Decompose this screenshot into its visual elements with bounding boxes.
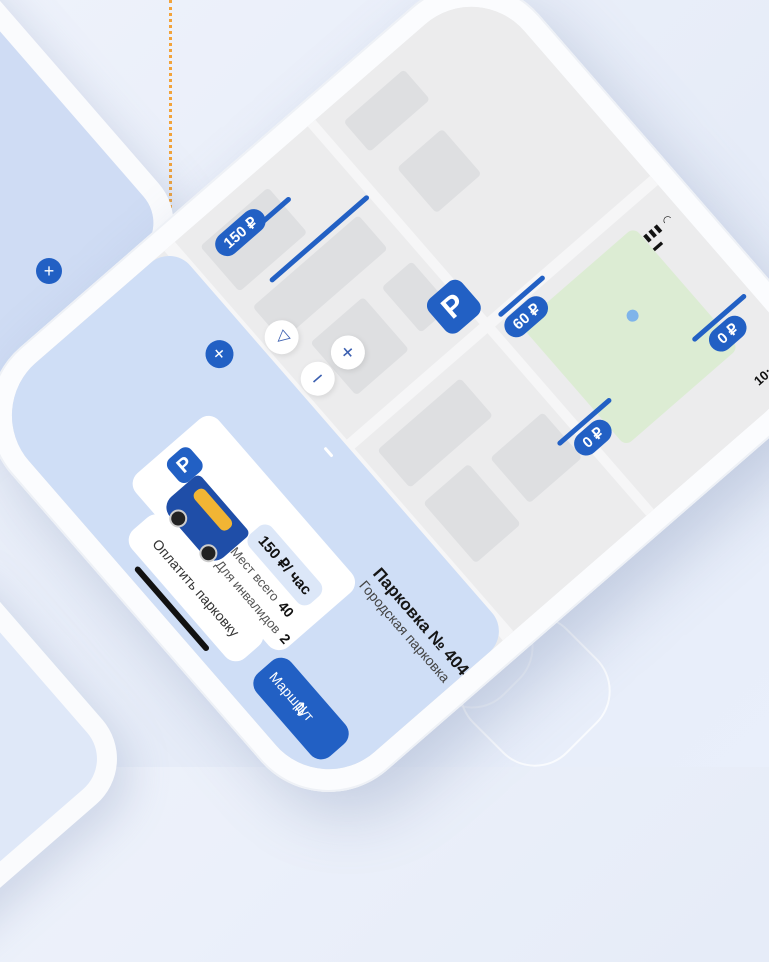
add-button[interactable]: + (199, 334, 240, 374)
total-spaces-value: 40 (275, 598, 298, 621)
building (396, 128, 482, 214)
phone-frame: 150 ₽ 60 ₽ 0 ₽ 0 ₽ P + − ◁ 10:41 ▮▮▮ ◠ ▬… (0, 0, 769, 829)
sheet-drag-handle[interactable] (323, 446, 334, 458)
side-phone-bottom (0, 538, 142, 962)
parking-title: Парковка № 4040 (369, 564, 479, 687)
phone-body: 150 ₽ 60 ₽ 0 ₽ 0 ₽ P + − ◁ 10:41 ▮▮▮ ◠ ▬… (0, 0, 769, 829)
building (343, 69, 431, 152)
disabled-spaces-value: 2 (276, 630, 294, 647)
car-window (191, 486, 235, 534)
phone-screen: 150 ₽ 60 ₽ 0 ₽ 0 ₽ P + − ◁ 10:41 ▮▮▮ ◠ ▬… (0, 0, 769, 798)
side-phone-plus-button[interactable]: + (36, 258, 62, 284)
side-phone-bottom-screen (0, 566, 114, 934)
status-time: 10:41 (750, 355, 769, 389)
